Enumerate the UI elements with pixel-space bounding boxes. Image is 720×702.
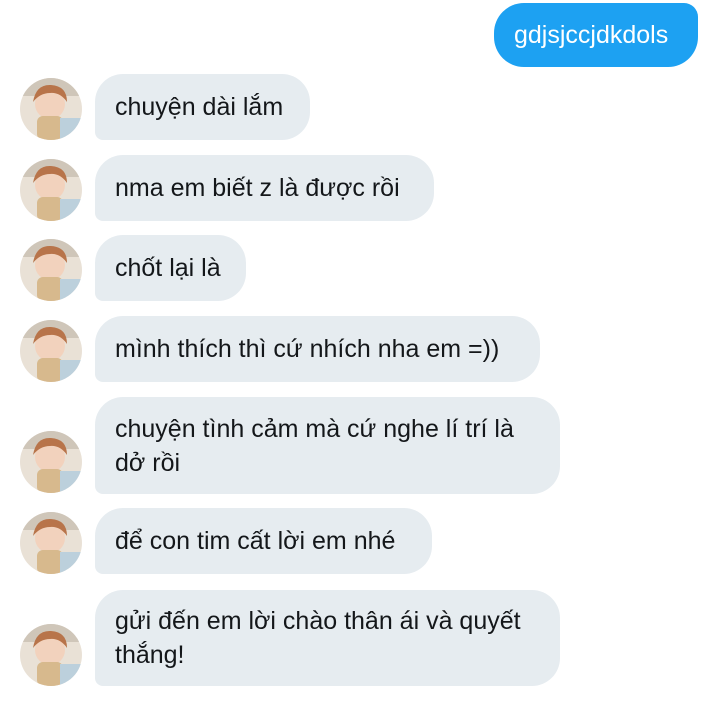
avatar-image (20, 320, 82, 382)
avatar-image (20, 431, 82, 493)
avatar[interactable] (20, 78, 82, 140)
avatar[interactable] (20, 239, 82, 301)
avatar-image (20, 78, 82, 140)
message-bubble-incoming[interactable]: mình thích thì cứ nhích nha em =)) (95, 316, 540, 382)
avatar-image (20, 239, 82, 301)
avatar-image (20, 159, 82, 221)
message-bubble-incoming[interactable]: để con tim cất lời em nhé (95, 508, 432, 574)
message-text: gửi đến em lời chào thân ái và quyết thắ… (115, 607, 528, 669)
message-bubble-incoming[interactable]: nma em biết z là được rồi (95, 155, 434, 221)
message-bubble-incoming[interactable]: chốt lại là (95, 235, 246, 301)
avatar[interactable] (20, 320, 82, 382)
message-bubble-outgoing[interactable]: gdjsjccjdkdols (494, 3, 698, 67)
avatar[interactable] (20, 624, 82, 686)
message-text: nma em biết z là được rồi (115, 174, 400, 202)
avatar-image (20, 624, 82, 686)
avatar[interactable] (20, 159, 82, 221)
message-text: chuyện tình cảm mà cứ nghe lí trí là dở … (115, 414, 521, 477)
message-text: để con tim cất lời em nhé (115, 527, 396, 555)
message-bubble-incoming[interactable]: chuyện dài lắm (95, 74, 310, 140)
message-bubble-incoming[interactable]: chuyện tình cảm mà cứ nghe lí trí là dở … (95, 397, 560, 494)
avatar[interactable] (20, 431, 82, 493)
avatar-image (20, 512, 82, 574)
message-text: chuyện dài lắm (115, 93, 284, 121)
message-bubble-incoming[interactable]: gửi đến em lời chào thân ái và quyết thắ… (95, 590, 560, 686)
message-text: mình thích thì cứ nhích nha em =)) (115, 335, 500, 363)
message-text: chốt lại là (115, 254, 221, 282)
message-text: gdjsjccjdkdols (514, 21, 669, 49)
avatar[interactable] (20, 512, 82, 574)
